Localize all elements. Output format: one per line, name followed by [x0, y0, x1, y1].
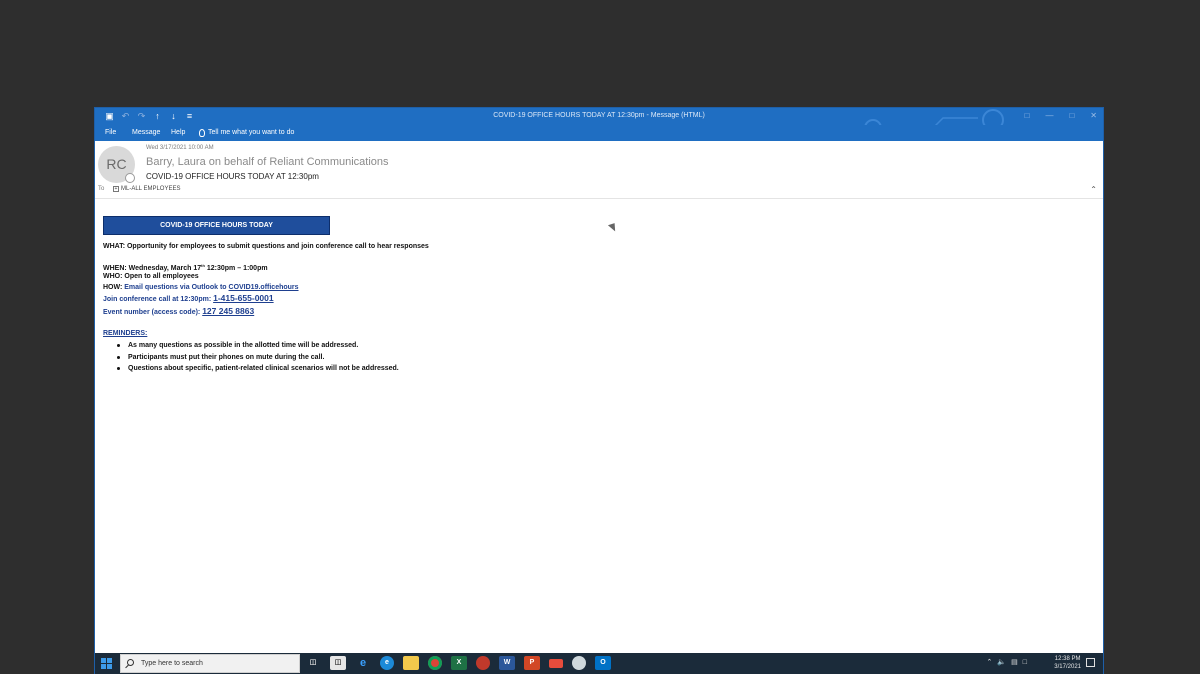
system-tray: ⌃ 🔈 ▤ □ [987, 658, 1027, 668]
network-icon[interactable]: ▤ [1011, 658, 1018, 668]
who-line: WHO: Open to all employees [103, 273, 199, 280]
list-item: Questions about specific, patient-relate… [117, 363, 399, 375]
event-line: Event number (access code): 127 245 8863 [103, 307, 254, 317]
message-subject: COVID-19 OFFICE HOURS TODAY AT 12:30pm [146, 172, 319, 181]
ribbon-tabs: File Message Help Tell me what you want … [95, 125, 1103, 141]
store-icon[interactable]: ◫ [330, 656, 346, 670]
clock-date: 3/17/2021 [1054, 664, 1081, 670]
volume-icon[interactable]: 🔈 [997, 658, 1006, 668]
clock-time: 12:38 PM [1054, 656, 1081, 662]
mouse-cursor-icon [607, 223, 618, 233]
minimize-icon[interactable]: — [1045, 110, 1053, 122]
access-code-link[interactable]: 127 245 8863 [202, 306, 254, 316]
notification-icon[interactable] [1086, 658, 1095, 667]
taskbar-clock[interactable]: 12:38 PM 3/17/2021 [1054, 655, 1081, 671]
collapse-header-icon[interactable]: ⌃ [1090, 186, 1097, 194]
tab-help[interactable]: Help [171, 128, 185, 138]
how-label: HOW: [103, 284, 125, 291]
display-icon[interactable]: □ [1023, 658, 1027, 668]
expand-group-icon[interactable]: + [113, 186, 119, 192]
list-item: As many questions as possible in the all… [117, 340, 399, 352]
tab-message[interactable]: Message [132, 128, 160, 138]
when-text: WHEN: Wednesday, March 17 [103, 265, 202, 272]
presence-status-icon [125, 173, 135, 183]
message-date: Wed 3/17/2021 10:00 AM [146, 145, 214, 151]
reminders-heading: REMINDERS: [103, 330, 148, 337]
announcement-banner: COVID-19 OFFICE HOURS TODAY [103, 216, 330, 235]
edge-icon[interactable]: e [380, 656, 394, 670]
pinned-apps: ◫ ◫ e e X W P O [305, 656, 611, 670]
chevron-up-icon[interactable]: ⌃ [987, 658, 993, 668]
search-icon [127, 659, 134, 666]
ribbon-display-icon[interactable]: □ [1025, 110, 1030, 122]
excel-icon[interactable]: X [451, 656, 467, 670]
conference-phone-link[interactable]: 1-415-655-0001 [213, 293, 274, 303]
taskbar: Type here to search ◫ ◫ e e X W P O ⌃ 🔈 … [95, 653, 1103, 674]
reminders-list: As many questions as possible in the all… [117, 340, 399, 375]
how-line: HOW: Email questions via Outlook to COVI… [103, 283, 299, 292]
join-line: Join conference call at 12:30pm: 1-415-6… [103, 294, 274, 304]
join-text: Join conference call at 12:30pm: [103, 296, 214, 303]
outlook-message-window: ▣ ↶ ↷ ↑ ↓ ≡ COVID-19 OFFICE HOURS TODAY … [95, 108, 1103, 674]
lightbulb-icon [199, 129, 205, 137]
when-time: 12:30pm – 1:00pm [204, 265, 268, 272]
powerpoint-icon[interactable]: P [524, 656, 540, 670]
message-header: RC Wed 3/17/2021 10:00 AM Barry, Laura o… [95, 141, 1103, 199]
recipient[interactable]: + ML-ALL EMPLOYEES [113, 185, 180, 193]
how-text: Email questions via Outlook to [124, 284, 229, 291]
taskbar-search[interactable]: Type here to search [120, 654, 300, 673]
event-text: Event number (access code): [103, 309, 203, 316]
search-placeholder: Type here to search [141, 660, 203, 667]
what-line: WHAT: Opportunity for employees to submi… [103, 243, 429, 250]
tell-me-search[interactable]: Tell me what you want to do [199, 128, 294, 138]
app-icon[interactable] [476, 656, 490, 670]
window-controls: □ — □ ✕ [1025, 110, 1097, 122]
tab-file[interactable]: File [105, 128, 116, 138]
office-hours-email-link[interactable]: COVID19.officehours [229, 284, 299, 291]
tell-me-label: Tell me what you want to do [208, 129, 295, 136]
outlook-icon[interactable]: O [595, 656, 611, 670]
list-item: Participants must put their phones on mu… [117, 352, 399, 364]
windows-start-icon[interactable] [101, 658, 112, 669]
recipient-name: ML-ALL EMPLOYEES [121, 186, 181, 192]
word-icon[interactable]: W [499, 656, 515, 670]
app-icon-3[interactable] [572, 656, 586, 670]
title-bar: ▣ ↶ ↷ ↑ ↓ ≡ COVID-19 OFFICE HOURS TODAY … [95, 108, 1103, 137]
chrome-icon[interactable] [428, 656, 442, 670]
app-icon-2[interactable] [549, 659, 563, 668]
ie-icon[interactable]: e [355, 656, 371, 670]
task-view-icon[interactable]: ◫ [305, 656, 321, 670]
close-icon[interactable]: ✕ [1090, 110, 1097, 122]
file-explorer-icon[interactable] [403, 656, 419, 670]
sender-name[interactable]: Barry, Laura on behalf of Reliant Commun… [146, 156, 389, 169]
maximize-icon[interactable]: □ [1069, 110, 1074, 122]
to-label: To [98, 186, 105, 192]
